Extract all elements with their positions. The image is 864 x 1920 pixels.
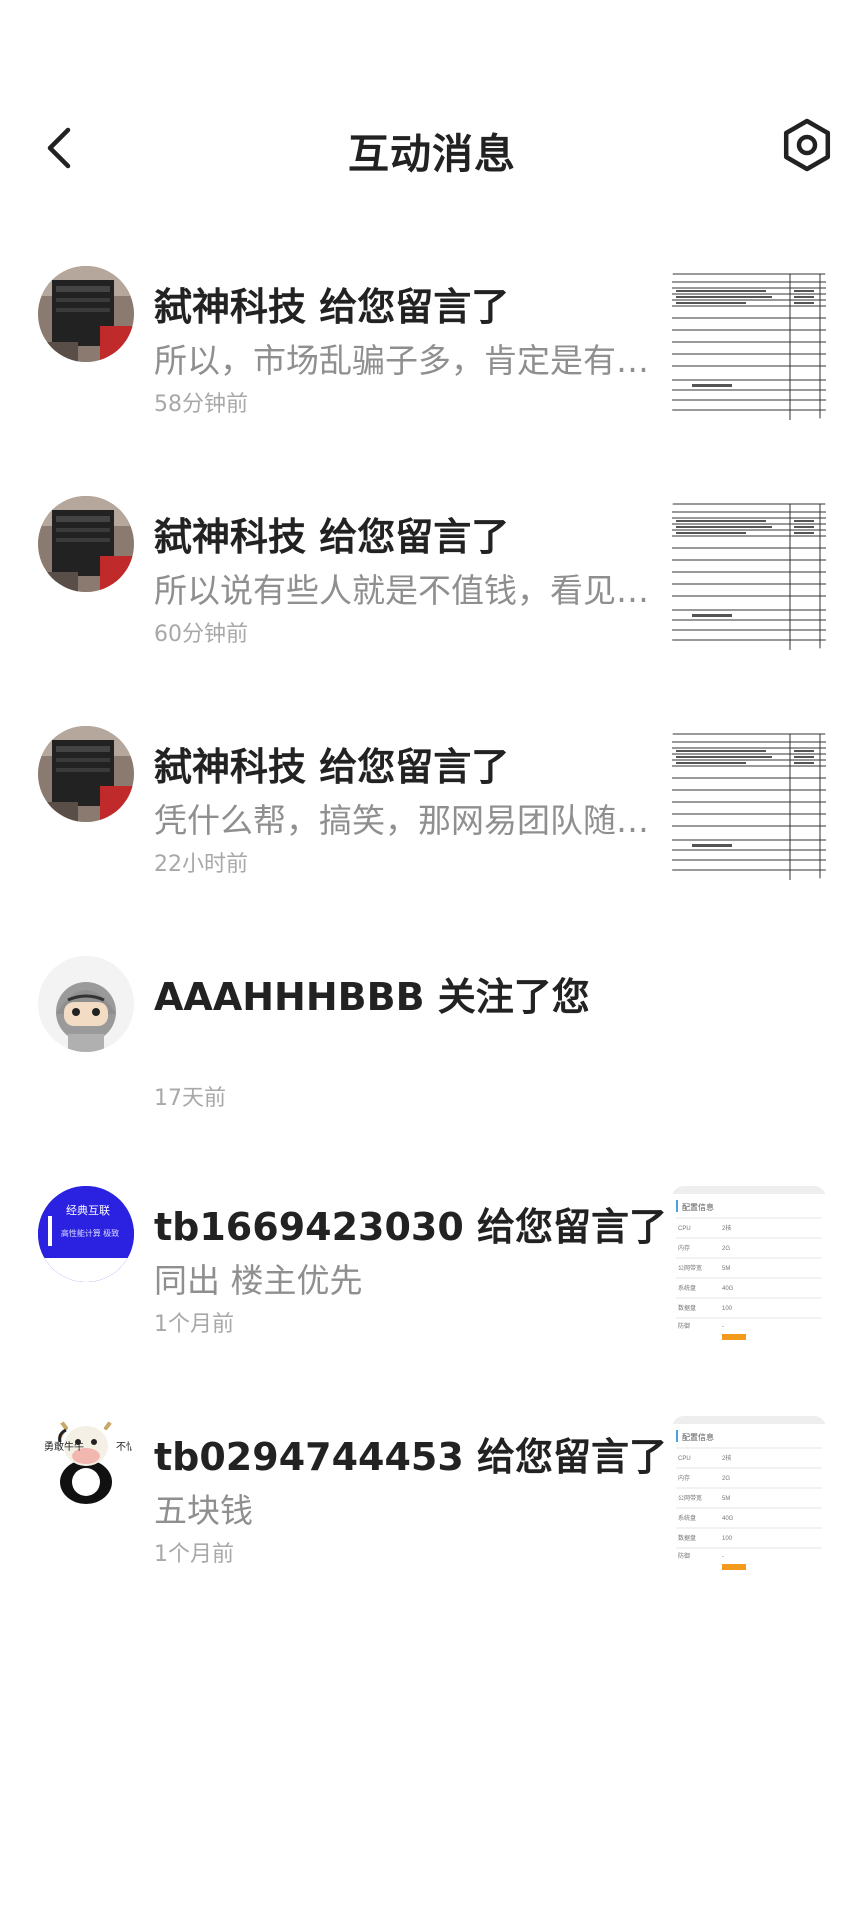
page-title: 互动消息 <box>348 130 516 178</box>
cow-cartoon-image: 勇敢牛牛 不怕困难 <box>38 1416 134 1512</box>
avatar[interactable]: 勇敢牛牛 不怕困难 <box>38 1416 134 1512</box>
config-label: 内存 <box>678 1244 690 1252</box>
avatar-banner-text: 经典互联 <box>66 1203 110 1217</box>
notification-item[interactable]: 弑神科技 给您留言了 所以说有些人就是不值钱，看见… 60分钟前 <box>0 470 864 700</box>
avatar-caption-left: 勇敢牛牛 <box>44 1440 84 1453</box>
notification-time: 58分钟前 <box>154 392 248 417</box>
notification-title: 弑神科技 给您留言了 <box>154 515 510 559</box>
notification-preview: 同出 楼主优先 <box>154 1261 363 1300</box>
config-heading: 配置信息 <box>682 1202 714 1212</box>
notification-item[interactable]: 弑神科技 给您留言了 所以，市场乱骗子多，肯定是有… 58分钟前 <box>0 240 864 470</box>
config-label: 公网带宽 <box>678 1494 702 1502</box>
notification-item[interactable]: 勇敢牛牛 不怕困难 tb0294744453 给您留言了 五块钱 1个月前 配置… <box>0 1390 864 1620</box>
notification-title: tb1669423030 给您留言了 <box>154 1205 668 1249</box>
notification-title: AAAHHHBBB 关注了您 <box>154 975 590 1019</box>
spreadsheet-thumbnail-image <box>672 496 826 650</box>
notification-preview: 所以说有些人就是不值钱，看见… <box>154 571 649 610</box>
config-value: 2G <box>722 1476 730 1482</box>
config-label: 数据盘 <box>678 1304 696 1312</box>
config-value: 40G <box>722 1286 734 1292</box>
config-heading: 配置信息 <box>682 1432 714 1442</box>
config-value: 2G <box>722 1246 730 1252</box>
config-label: 系统盘 <box>678 1514 696 1522</box>
settings-button[interactable] <box>776 114 838 176</box>
thumbnail[interactable] <box>672 266 826 420</box>
config-label: 防御 <box>678 1552 690 1560</box>
config-label: CPU <box>678 1456 691 1462</box>
config-label: 公网带宽 <box>678 1264 702 1272</box>
server-photo-image <box>38 496 134 592</box>
config-value: 100 <box>722 1536 733 1542</box>
avatar-caption-right: 不怕困难 <box>116 1440 134 1453</box>
notification-item[interactable]: 弑神科技 给您留言了 凭什么帮，搞笑，那网易团队随… 22小时前 <box>0 700 864 930</box>
thumbnail[interactable] <box>672 726 826 880</box>
notification-time: 60分钟前 <box>154 622 248 647</box>
notification-preview: 五块钱 <box>154 1491 253 1530</box>
thumbnail[interactable]: 配置信息 CPU 内存 公网带宽 系统盘 数据盘 防御 2核 2G 5M 40G… <box>672 1186 826 1340</box>
blue-banner-image: 经典互联 高性能计算 极致 <box>38 1186 134 1282</box>
config-value: - <box>722 1324 724 1330</box>
notification-time: 1个月前 <box>154 1542 234 1567</box>
spreadsheet-thumbnail-image <box>672 726 826 880</box>
notification-time: 17天前 <box>154 1086 226 1111</box>
config-thumbnail-image: 配置信息 CPU 内存 公网带宽 系统盘 数据盘 防御 2核 2G 5M 40G… <box>672 1186 826 1340</box>
config-value: 2核 <box>722 1454 731 1462</box>
config-value: 40G <box>722 1516 734 1522</box>
ninja-cartoon-image <box>38 956 134 1052</box>
thumbnail[interactable] <box>672 496 826 650</box>
spreadsheet-thumbnail-image <box>672 266 826 420</box>
notification-item[interactable]: 经典互联 高性能计算 极致 tb1669423030 给您留言了 同出 楼主优先… <box>0 1160 864 1390</box>
notification-list: 弑神科技 给您留言了 所以，市场乱骗子多，肯定是有… 58分钟前 弑神科技 给您… <box>0 240 864 1620</box>
config-value: 5M <box>722 1496 730 1502</box>
avatar[interactable]: 经典互联 高性能计算 极致 <box>38 1186 134 1282</box>
avatar-banner-subtext: 高性能计算 极致 <box>61 1228 119 1238</box>
config-label: 系统盘 <box>678 1284 696 1292</box>
avatar[interactable] <box>38 956 134 1052</box>
config-label: 数据盘 <box>678 1534 696 1542</box>
thumbnail[interactable]: 配置信息 CPU 内存 公网带宽 系统盘 数据盘 防御 2核 2G 5M 40G… <box>672 1416 826 1570</box>
notification-preview: 凭什么帮，搞笑，那网易团队随… <box>154 801 649 840</box>
config-label: 防御 <box>678 1322 690 1330</box>
config-label: 内存 <box>678 1474 690 1482</box>
notification-title: 弑神科技 给您留言了 <box>154 285 510 329</box>
config-value: 5M <box>722 1266 730 1272</box>
server-photo-image <box>38 266 134 362</box>
avatar[interactable] <box>38 726 134 822</box>
notification-title: 弑神科技 给您留言了 <box>154 745 510 789</box>
config-value: - <box>722 1554 724 1560</box>
notification-time: 1个月前 <box>154 1312 234 1337</box>
notification-item[interactable]: AAAHHHBBB 关注了您 17天前 <box>0 930 864 1160</box>
config-value: 2核 <box>722 1224 731 1232</box>
avatar[interactable] <box>38 266 134 362</box>
config-value: 100 <box>722 1306 733 1312</box>
config-thumbnail-image: 配置信息 CPU 内存 公网带宽 系统盘 数据盘 防御 2核 2G 5M 40G… <box>672 1416 826 1570</box>
notification-preview: 所以，市场乱骗子多，肯定是有… <box>154 341 649 380</box>
avatar[interactable] <box>38 496 134 592</box>
config-label: CPU <box>678 1226 691 1232</box>
server-photo-image <box>38 726 134 822</box>
top-bar: 互动消息 <box>0 100 864 190</box>
notification-title: tb0294744453 给您留言了 <box>154 1435 668 1479</box>
gear-icon <box>783 118 831 172</box>
notification-time: 22小时前 <box>154 852 248 877</box>
